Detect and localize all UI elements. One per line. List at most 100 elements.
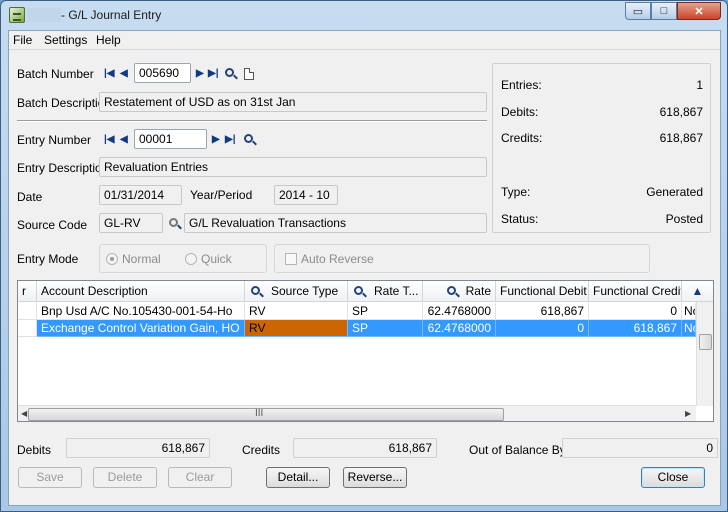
batch-description-label: Batch Description <box>17 96 112 110</box>
first-entry-icon[interactable]: |◀ <box>104 134 115 145</box>
delete-button[interactable]: Delete <box>93 467 157 488</box>
scroll-grip: III <box>255 408 264 419</box>
new-batch-icon[interactable] <box>244 68 254 80</box>
cell-rate-type[interactable]: SP <box>348 320 423 337</box>
mode-quick-label: Quick <box>201 252 232 266</box>
maximize-button[interactable]: □ <box>651 2 677 20</box>
source-code-field[interactable]: GL-RV <box>99 213 163 233</box>
cell-functional-debit[interactable]: 618,867 <box>496 303 589 320</box>
next-entry-icon[interactable]: ▶ <box>212 134 220 145</box>
entry-number-input[interactable]: 00001 <box>134 129 207 149</box>
cell-rate-type[interactable]: SP <box>348 303 423 320</box>
cell-rate[interactable]: 62.4768000 <box>423 303 496 320</box>
title-bar[interactable]: - G/L Journal Entry ▭ □ ✕ <box>1 1 727 29</box>
close-window-button[interactable]: ✕ <box>677 2 721 20</box>
entry-mode-group: Normal Quick <box>99 244 267 273</box>
close-button[interactable]: Close <box>641 467 705 488</box>
type-value: Generated <box>646 185 703 199</box>
cell-extra[interactable]: No <box>682 320 696 337</box>
scroll-right-icon[interactable]: ▶ <box>685 409 691 418</box>
col-header-rate-type-label: Rate T... <box>374 284 419 298</box>
cell-source-type[interactable]: RV <box>245 303 348 320</box>
out-of-balance-label: Out of Balance By <box>469 443 566 457</box>
prev-batch-icon[interactable]: ◀ <box>120 68 128 79</box>
source-code-description: G/L Revaluation Transactions <box>184 213 487 233</box>
grid-horizontal-scrollbar[interactable]: ◀ III ▶ <box>18 405 696 421</box>
auto-reverse-group: Auto Reverse <box>274 244 650 273</box>
batch-description-field[interactable]: Restatement of USD as on 31st Jan <box>99 92 487 112</box>
client-area: File Settings Help Batch Number |◀ ◀ 005… <box>8 30 721 506</box>
col-header-rate[interactable]: Rate <box>423 281 496 302</box>
batch-finder-icon[interactable] <box>225 68 234 77</box>
entry-summary-panel: Entries: 1 Debits: 618,867 Credits: 618,… <box>492 63 711 233</box>
table-row-selected[interactable]: Exchange Control Variation Gain, HO RV S… <box>18 320 696 337</box>
date-field[interactable]: 01/31/2014 <box>99 185 182 205</box>
entry-description-field[interactable]: Revaluation Entries <box>99 157 487 177</box>
year-period-field[interactable]: 2014 - 10 <box>274 185 338 205</box>
horizontal-scroll-thumb[interactable]: III <box>28 408 504 421</box>
menu-settings[interactable]: Settings <box>44 33 87 47</box>
prev-entry-icon[interactable]: ◀ <box>120 134 128 145</box>
sort-arrow-icon[interactable]: ▲ <box>682 281 713 302</box>
vertical-scroll-thumb[interactable] <box>699 334 712 350</box>
col-header-functional-credit[interactable]: Functional Credit <box>589 281 682 302</box>
save-button[interactable]: Save <box>18 467 82 488</box>
col-header-source-type[interactable]: Source Type <box>245 281 348 302</box>
mode-normal-label: Normal <box>122 252 161 266</box>
status-label: Status: <box>501 212 539 226</box>
col-header-rate-type[interactable]: Rate T... <box>348 281 423 302</box>
source-code-finder-icon[interactable] <box>169 218 178 227</box>
summary-credits-value: 618,867 <box>659 131 703 145</box>
auto-reverse-checkbox[interactable] <box>285 253 297 265</box>
entry-finder-icon[interactable] <box>244 134 253 143</box>
last-batch-icon[interactable]: ▶| <box>208 68 219 79</box>
cell-functional-debit[interactable]: 0 <box>496 320 589 337</box>
grid-vertical-scrollbar[interactable] <box>696 302 713 406</box>
col-header-account-description[interactable]: Account Description <box>37 281 245 302</box>
last-entry-icon[interactable]: ▶| <box>225 134 236 145</box>
batch-number-input[interactable]: 005690 <box>134 63 191 83</box>
scroll-left-icon[interactable]: ◀ <box>21 409 27 418</box>
minimize-button[interactable]: ▭ <box>625 2 651 20</box>
year-period-label: Year/Period <box>190 188 253 202</box>
total-debits-value: 618,867 <box>66 438 210 458</box>
journal-entry-window: - G/L Journal Entry ▭ □ ✕ File Settings … <box>0 0 728 512</box>
cell-functional-credit[interactable]: 618,867 <box>589 320 682 337</box>
summary-credits-label: Credits: <box>501 131 543 145</box>
first-batch-icon[interactable]: |◀ <box>104 68 115 79</box>
rate-type-finder-icon[interactable] <box>354 286 363 295</box>
total-credits-label: Credits <box>242 443 281 457</box>
journal-detail-grid[interactable]: r Account Description Source Type Rate T… <box>17 280 714 422</box>
divider <box>17 120 487 122</box>
col-header-source-type-label: Source Type <box>271 284 339 298</box>
cell-source-type[interactable]: RV <box>245 320 348 337</box>
total-credits-value: 618,867 <box>293 438 437 458</box>
row-marker <box>18 320 37 337</box>
clear-button[interactable]: Clear <box>168 467 232 488</box>
col-header-functional-debit[interactable]: Functional Debit <box>496 281 589 302</box>
rate-finder-icon[interactable] <box>447 286 456 295</box>
menu-help[interactable]: Help <box>96 33 121 47</box>
row-marker <box>18 303 37 320</box>
title-redacted <box>27 8 61 22</box>
detail-button[interactable]: Detail... <box>266 467 330 488</box>
cell-extra[interactable]: No <box>682 303 696 320</box>
entries-value: 1 <box>696 78 703 92</box>
entries-label: Entries: <box>501 78 542 92</box>
cell-rate[interactable]: 62.4768000 <box>423 320 496 337</box>
reverse-button[interactable]: Reverse... <box>343 467 407 488</box>
menu-bar: File Settings Help <box>9 31 720 50</box>
cell-account[interactable]: Bnp Usd A/C No.105430-001-54-Ho <box>37 303 245 320</box>
mode-quick-radio[interactable] <box>185 253 197 265</box>
status-value: Posted <box>665 212 703 226</box>
grid-header: r Account Description Source Type Rate T… <box>18 281 713 302</box>
col-header-r[interactable]: r <box>18 281 37 302</box>
mode-normal-radio[interactable] <box>106 253 118 265</box>
source-type-finder-icon[interactable] <box>251 286 260 295</box>
cell-account[interactable]: Exchange Control Variation Gain, HO <box>37 320 245 337</box>
cell-functional-credit[interactable]: 0 <box>589 303 682 320</box>
table-row[interactable]: Bnp Usd A/C No.105430-001-54-Ho RV SP 62… <box>18 303 696 320</box>
date-label: Date <box>17 190 43 204</box>
next-batch-icon[interactable]: ▶ <box>196 68 204 79</box>
menu-file[interactable]: File <box>13 33 32 47</box>
